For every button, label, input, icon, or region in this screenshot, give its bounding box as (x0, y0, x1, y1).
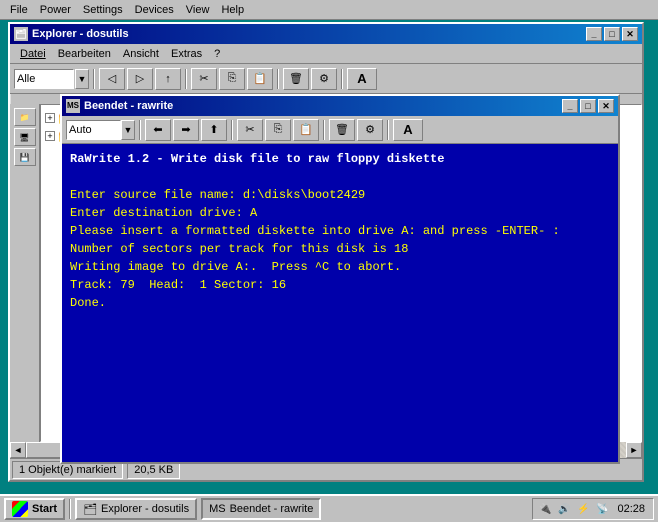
sidebar-btn-2[interactable]: 🖥 (14, 128, 36, 146)
rawrite-title-text: Beendet - rawrite (84, 100, 173, 112)
taskbar-rawrite-icon: MS (209, 503, 226, 515)
scroll-left-btn[interactable]: ◄ (10, 442, 26, 458)
explorer-menu-help[interactable]: ? (208, 46, 226, 62)
explorer-title-buttons: _ □ ✕ (586, 27, 638, 41)
explorer-menu-bearbeiten[interactable]: Bearbeiten (52, 46, 117, 62)
rw-btn-5[interactable]: ⎘ (265, 119, 291, 141)
explorer-title-bar: 🗂 Explorer - dosutils _ □ ✕ (10, 24, 642, 44)
terminal-line-2: Enter source file name: d:\disks\boot242… (70, 186, 610, 204)
taskbar: Start 🗂 Explorer - dosutils MS Beendet -… (0, 494, 658, 522)
explorer-menu-datei[interactable]: Datei (14, 46, 52, 62)
terminal-line-8: Done. (70, 294, 610, 312)
menu-power[interactable]: Power (34, 2, 77, 18)
address-combo-arrow[interactable]: ▼ (75, 69, 89, 89)
taskbar-rawrite-label: Beendet - rawrite (230, 503, 314, 515)
rw-sep-2 (231, 120, 233, 140)
address-combo[interactable]: Alle (14, 69, 74, 89)
terminal-line-3: Enter destination drive: A (70, 204, 610, 222)
tb-copy[interactable]: ⎘ (219, 68, 245, 90)
sidebar-btn-3[interactable]: 💾 (14, 148, 36, 166)
terminal-line-6: Writing image to drive A:. Press ^C to a… (70, 258, 610, 276)
explorer-menu-extras[interactable]: Extras (165, 46, 208, 62)
rawrite-terminal: RaWrite 1.2 - Write disk file to raw flo… (62, 144, 618, 462)
rw-btn-3[interactable]: ⬆ (201, 119, 227, 141)
tb-large-font[interactable]: A (347, 68, 377, 90)
tray-power-icon: ⚡ (575, 501, 591, 517)
rw-btn-8[interactable]: ⚙ (357, 119, 383, 141)
rawrite-window: MS Beendet - rawrite _ □ ✕ Auto ▼ ⬅ ➡ ⬆ … (60, 94, 620, 464)
explorer-window-icon: 🗂 (14, 27, 28, 41)
tray-sound-icon: 🔊 (556, 501, 572, 517)
tb-delete[interactable]: 🗑 (283, 68, 309, 90)
taskbar-clock: 02:28 (613, 503, 649, 515)
explorer-minimize-btn[interactable]: _ (586, 27, 602, 41)
rw-combo-wrap: Auto ▼ (66, 120, 135, 140)
expand-boot[interactable]: + (45, 113, 55, 123)
terminal-line-1 (70, 168, 610, 186)
tb-up[interactable]: ↑ (155, 68, 181, 90)
rawrite-title-bar: MS Beendet - rawrite _ □ ✕ (62, 96, 618, 116)
menu-view[interactable]: View (180, 2, 216, 18)
toolbar-sep-4 (341, 69, 343, 89)
terminal-line-5: Number of sectors per track for this dis… (70, 240, 610, 258)
taskbar-explorer-label: Explorer - dosutils (101, 503, 189, 515)
toolbar-sep-3 (277, 69, 279, 89)
windows-logo-icon (12, 501, 28, 517)
terminal-line-7: Track: 79 Head: 1 Sector: 16 (70, 276, 610, 294)
taskbar-sep (69, 499, 71, 519)
terminal-line-4: Please insert a formatted diskette into … (70, 222, 610, 240)
explorer-close-btn[interactable]: ✕ (622, 27, 638, 41)
rw-btn-2[interactable]: ➡ (173, 119, 199, 141)
toolbar-sep-1 (93, 69, 95, 89)
rw-btn-1[interactable]: ⬅ (145, 119, 171, 141)
explorer-toolbar: Alle ▼ ◁ ▷ ↑ ✂ ⎘ 📋 🗑 ⚙ A (10, 64, 642, 94)
explorer-maximize-btn[interactable]: □ (604, 27, 620, 41)
tb-forward[interactable]: ▷ (127, 68, 153, 90)
menu-help[interactable]: Help (215, 2, 250, 18)
tb-back[interactable]: ◁ (99, 68, 125, 90)
tray-extra-icon: 📡 (594, 501, 610, 517)
tb-cut[interactable]: ✂ (191, 68, 217, 90)
explorer-sidebar: 📁 🖥 💾 (10, 104, 40, 442)
tray-network-icon: 🔌 (537, 501, 553, 517)
start-label: Start (32, 503, 57, 515)
explorer-menu-bar: Datei Bearbeiten Ansicht Extras ? (10, 44, 642, 64)
rw-sep-3 (323, 120, 325, 140)
rw-sep-4 (387, 120, 389, 140)
rw-btn-6[interactable]: 📋 (293, 119, 319, 141)
explorer-window: 🗂 Explorer - dosutils _ □ ✕ Datei Bearbe… (8, 22, 644, 482)
tb-properties[interactable]: ⚙ (311, 68, 337, 90)
rawrite-title-buttons: _ □ ✕ (562, 99, 614, 113)
rw-btn-4[interactable]: ✂ (237, 119, 263, 141)
toolbar-sep-2 (185, 69, 187, 89)
rw-combo[interactable]: Auto (66, 120, 121, 140)
rw-sep-1 (139, 120, 141, 140)
terminal-line-0: RaWrite 1.2 - Write disk file to raw flo… (70, 150, 610, 168)
start-button[interactable]: Start (4, 498, 65, 520)
menu-settings[interactable]: Settings (77, 2, 129, 18)
taskbar-btn-rawrite[interactable]: MS Beendet - rawrite (201, 498, 321, 520)
menu-bar: File Power Settings Devices View Help (0, 0, 658, 20)
menu-file[interactable]: File (4, 2, 34, 18)
taskbar-explorer-icon: 🗂 (83, 503, 97, 516)
system-tray: 🔌 🔊 ⚡ 📡 02:28 (532, 498, 654, 520)
explorer-menu-ansicht[interactable]: Ansicht (117, 46, 165, 62)
expand-disks[interactable]: + (45, 131, 55, 141)
explorer-title: Explorer - dosutils (32, 28, 129, 40)
tb-paste[interactable]: 📋 (247, 68, 273, 90)
rw-combo-arrow[interactable]: ▼ (121, 120, 135, 140)
sidebar-btn-1[interactable]: 📁 (14, 108, 36, 126)
rawrite-maximize-btn[interactable]: □ (580, 99, 596, 113)
rw-btn-font[interactable]: A (393, 119, 423, 141)
rawrite-close-btn[interactable]: ✕ (598, 99, 614, 113)
rw-btn-7[interactable]: 🗑 (329, 119, 355, 141)
taskbar-btn-explorer[interactable]: 🗂 Explorer - dosutils (75, 498, 197, 520)
rawrite-minimize-btn[interactable]: _ (562, 99, 578, 113)
menu-devices[interactable]: Devices (129, 2, 180, 18)
scroll-right-btn[interactable]: ► (626, 442, 642, 458)
taskbar-right: 🔌 🔊 ⚡ 📡 02:28 (532, 498, 654, 520)
rawrite-window-icon: MS (66, 99, 80, 113)
rawrite-toolbar: Auto ▼ ⬅ ➡ ⬆ ✂ ⎘ 📋 🗑 ⚙ A (62, 116, 618, 144)
